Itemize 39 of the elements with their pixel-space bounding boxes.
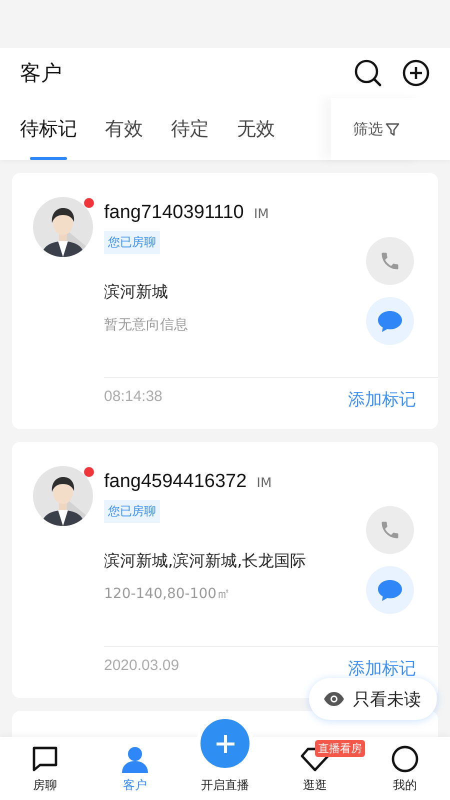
customer-name: fang7140391110 <box>104 202 244 224</box>
chat-status-badge: 您已房聊 <box>104 500 160 523</box>
plus-icon <box>214 732 236 754</box>
tab[interactable]: 待定 <box>171 98 209 160</box>
customer-name: fang4594416372 <box>104 471 247 493</box>
chat-bubble-icon <box>31 745 59 773</box>
page-title: 客户 <box>20 60 63 87</box>
phone-button[interactable] <box>366 237 414 285</box>
source-tag: IM <box>256 476 272 491</box>
time-text: 08:14:38 <box>104 388 162 405</box>
tab[interactable]: 待标记 <box>20 98 77 160</box>
tab[interactable]: 无效 <box>237 98 275 160</box>
message-button[interactable] <box>366 566 414 614</box>
phone-icon <box>379 519 401 541</box>
nav-tab[interactable]: 房聊 <box>0 737 90 800</box>
intent-text: 暂无意向信息 <box>104 316 188 334</box>
message-button[interactable] <box>366 297 414 345</box>
community-text: 滨河新城 <box>104 282 168 303</box>
nav-tab[interactable]: 客户 <box>90 737 180 800</box>
unread-only-button[interactable]: 只看未读 <box>309 678 437 720</box>
filter-icon <box>385 122 400 136</box>
community-text: 滨河新城,滨河新城,长龙国际 <box>104 551 306 572</box>
phone-icon <box>379 250 401 272</box>
source-tag: IM <box>254 207 269 222</box>
person-icon <box>121 745 149 773</box>
chat-status-badge: 您已房聊 <box>104 231 160 254</box>
nav-label[interactable]: 开启直播 <box>201 777 249 794</box>
add-icon[interactable] <box>402 59 430 87</box>
circle-icon <box>391 745 419 773</box>
live-badge: 直播看房 <box>315 740 365 757</box>
filter-button[interactable]: 筛选 <box>331 98 422 160</box>
intent-text: 120-140,80-100㎡ <box>104 585 231 603</box>
eye-icon <box>323 691 345 707</box>
time-text: 2020.03.09 <box>104 657 180 674</box>
chat-bubble-icon <box>377 578 403 602</box>
search-icon[interactable] <box>354 59 382 87</box>
chat-bubble-icon <box>377 309 403 333</box>
phone-button[interactable] <box>366 506 414 554</box>
tab[interactable]: 有效 <box>105 98 143 160</box>
